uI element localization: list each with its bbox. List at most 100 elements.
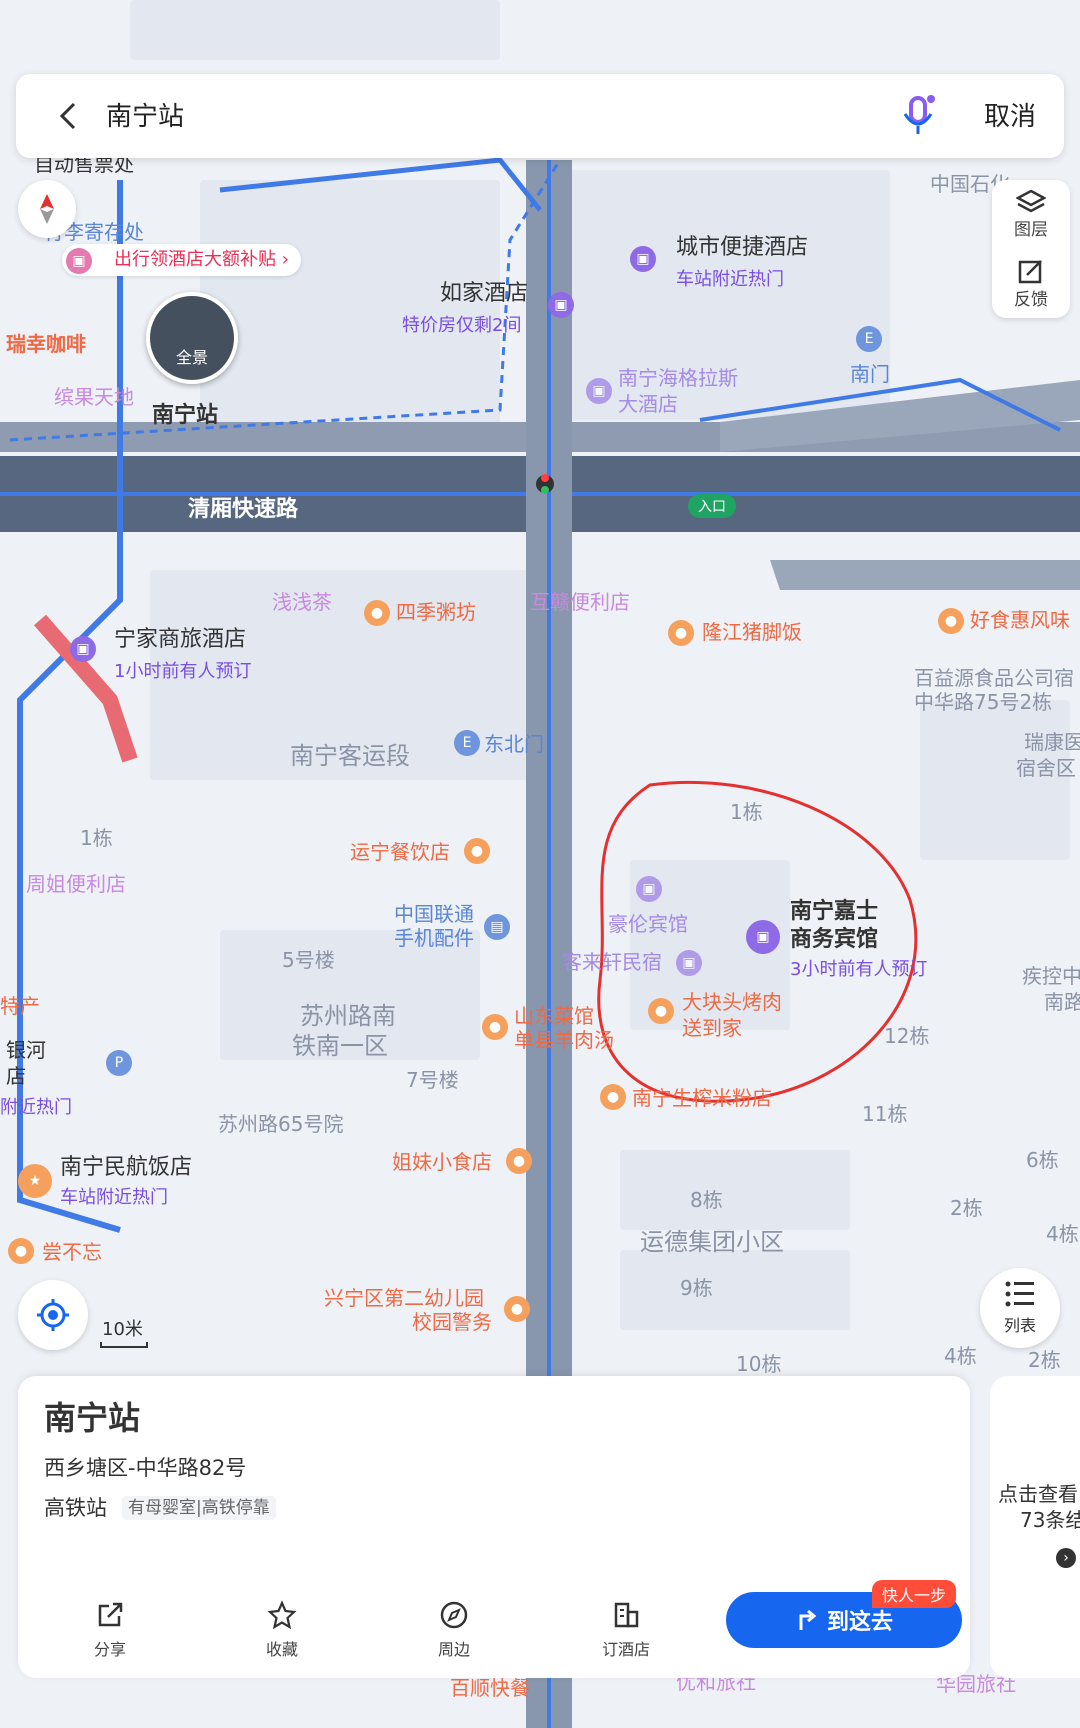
label-baishun[interactable]: 百顺快餐	[450, 1676, 530, 1700]
label-huganbianli[interactable]: 互赣便利店	[530, 590, 630, 614]
list-button[interactable]: 列表	[980, 1268, 1060, 1348]
turn-arrow-icon	[799, 1609, 817, 1630]
label-building-1-left: 1栋	[80, 826, 113, 850]
chevron-left-icon	[59, 102, 76, 130]
book-hotel-button[interactable]: 订酒店	[566, 1590, 686, 1670]
parking-icon: P	[106, 1050, 132, 1076]
locate-icon	[37, 1299, 69, 1331]
label-jikong-2[interactable]: 南路	[1044, 990, 1080, 1014]
label-haoshi[interactable]: 好食惠风味	[970, 608, 1070, 632]
gate-icon: E	[856, 326, 882, 352]
place-tags: 有母婴室|高铁停靠	[122, 1496, 276, 1520]
food-icon: ●	[668, 620, 694, 646]
label-haolun[interactable]: 豪伦宾馆	[608, 912, 688, 936]
label-ningjia[interactable]: 宁家商旅酒店	[114, 628, 246, 652]
label-building-12: 12栋	[884, 1024, 930, 1048]
nearby-button[interactable]: 周边	[394, 1590, 514, 1670]
label-kelai[interactable]: 客来轩民宿	[562, 950, 662, 974]
food-icon: ●	[482, 1014, 508, 1040]
search-bar[interactable]: 南宁站 取消	[16, 74, 1064, 158]
selected-hotel-icon[interactable]: ▣	[746, 920, 780, 954]
entry-badge: 入口	[688, 494, 736, 518]
compass-icon	[40, 194, 54, 224]
label-kindergarten-2[interactable]: 校园警务	[412, 1310, 492, 1334]
label-hangelas-2[interactable]: 大酒店	[618, 392, 678, 416]
label-liantong-2[interactable]: 手机配件	[394, 926, 474, 950]
layers-label: 图层	[1014, 220, 1048, 240]
label-station[interactable]: 南宁站	[152, 404, 218, 428]
label-longjiang[interactable]: 隆江猪脚饭	[702, 620, 802, 644]
food-icon: ●	[8, 1238, 34, 1264]
hotel-icon: ▣	[676, 950, 702, 976]
label-shandong-1[interactable]: 山东菜馆	[514, 1004, 594, 1028]
label-yinhe[interactable]: 银河	[6, 1038, 46, 1062]
search-query[interactable]: 南宁站	[106, 96, 184, 133]
label-jikong-1[interactable]: 疾控中	[1022, 964, 1080, 988]
label-ruikang-2[interactable]: 宿舍区	[1016, 756, 1076, 780]
place-name: 南宁站	[44, 1399, 141, 1437]
share-button[interactable]: 分享	[50, 1590, 170, 1670]
label-techan[interactable]: 特产	[0, 994, 40, 1018]
label-jiashi-2[interactable]: 商务宾馆	[790, 928, 878, 952]
promo-chip[interactable]: 出行领酒店大额补贴 ›	[62, 244, 301, 276]
label-baiyi-2[interactable]: 中华路75号2栋	[914, 690, 1052, 714]
label-kaorou-2[interactable]: 送到家	[682, 1016, 742, 1040]
hotel-icon: ▣	[70, 636, 96, 662]
food-icon: ●	[464, 838, 490, 864]
label-minhang[interactable]: 南宁民航饭店	[60, 1156, 192, 1180]
food-icon: ●	[648, 998, 674, 1024]
label-rujia[interactable]: 如家酒店	[440, 282, 528, 306]
ramp-right-lower	[770, 560, 1080, 590]
label-sijizhou[interactable]: 四季粥坊	[396, 600, 476, 624]
compass-button[interactable]	[18, 180, 76, 238]
side-card[interactable]: 点击查看 73条结 ›	[990, 1376, 1080, 1678]
label-dian[interactable]: 店	[6, 1064, 26, 1088]
label-mifen[interactable]: 南宁生榨米粉店	[632, 1086, 772, 1110]
feedback-button[interactable]: 反馈	[992, 249, 1070, 318]
label-kaorou-1[interactable]: 大块头烤肉	[682, 990, 782, 1014]
label-coffee[interactable]: 瑞幸咖啡	[6, 332, 86, 356]
label-suzhou-2[interactable]: 铁南一区	[292, 1034, 388, 1058]
label-qianqiancha[interactable]: 浅浅茶	[272, 590, 332, 614]
label-city-hotel[interactable]: 城市便捷酒店	[676, 236, 808, 260]
school-icon: ●	[504, 1296, 530, 1322]
voice-button[interactable]	[896, 92, 940, 140]
layers-button[interactable]: 图层	[992, 180, 1070, 249]
label-beimen[interactable]: 东北门	[484, 732, 544, 756]
label-jiemei[interactable]: 姐妹小食店	[392, 1150, 492, 1174]
back-button[interactable]	[44, 92, 92, 140]
label-rujia-sub: 特价房仅剩2间	[402, 315, 522, 336]
label-baiyi-1[interactable]: 百益源食品公司宿	[914, 666, 1074, 690]
label-liantong-1[interactable]: 中国联通	[394, 902, 474, 926]
label-yunning[interactable]: 运宁餐饮店	[350, 840, 450, 864]
label-keyun[interactable]: 南宁客运段	[290, 744, 410, 768]
label-jiashi-sub: 3小时前有人预订	[790, 959, 928, 980]
favorite-button[interactable]: 收藏	[222, 1590, 342, 1670]
label-yunde[interactable]: 运德集团小区	[640, 1230, 784, 1254]
label-suzhou65[interactable]: 苏州路65号院	[218, 1112, 343, 1136]
label-changbuwang[interactable]: 尝不忘	[42, 1240, 102, 1264]
star-icon	[267, 1600, 297, 1630]
feedback-label: 反馈	[1014, 290, 1048, 310]
locate-button[interactable]	[18, 1280, 88, 1350]
place-card[interactable]: 南宁站 西乡塘区-中华路82号 高铁站 有母婴室|高铁停靠 分享 收藏 周边 订…	[18, 1376, 970, 1678]
label-fruit[interactable]: 缤果天地	[54, 385, 134, 409]
label-south-gate[interactable]: 南门	[850, 362, 890, 386]
chevron-right-icon[interactable]: ›	[1056, 1548, 1076, 1568]
label-ruikang-1[interactable]: 瑞康医	[1024, 730, 1080, 754]
label-building-5: 5号楼	[282, 948, 335, 972]
label-shandong-2[interactable]: 单县羊肉汤	[514, 1028, 614, 1052]
side-card-line2: 73条结	[1020, 1508, 1080, 1532]
label-fujin: 附近热门	[0, 1097, 72, 1118]
cancel-button[interactable]: 取消	[984, 96, 1036, 133]
label-building-1-right: 1栋	[730, 800, 763, 824]
label-kindergarten-1[interactable]: 兴宁区第二幼儿园	[324, 1286, 484, 1310]
panorama-thumb[interactable]: 全景	[146, 292, 238, 384]
label-zhoujie[interactable]: 周姐便利店	[26, 872, 126, 896]
book-hotel-label: 订酒店	[601, 1640, 650, 1659]
label-jiashi-1[interactable]: 南宁嘉士	[790, 900, 878, 924]
label-hangelas-1[interactable]: 南宁海格拉斯	[618, 366, 738, 390]
label-suzhou-1[interactable]: 苏州路南	[300, 1004, 396, 1028]
food-icon: ●	[506, 1148, 532, 1174]
nearby-label: 周边	[437, 1640, 470, 1659]
